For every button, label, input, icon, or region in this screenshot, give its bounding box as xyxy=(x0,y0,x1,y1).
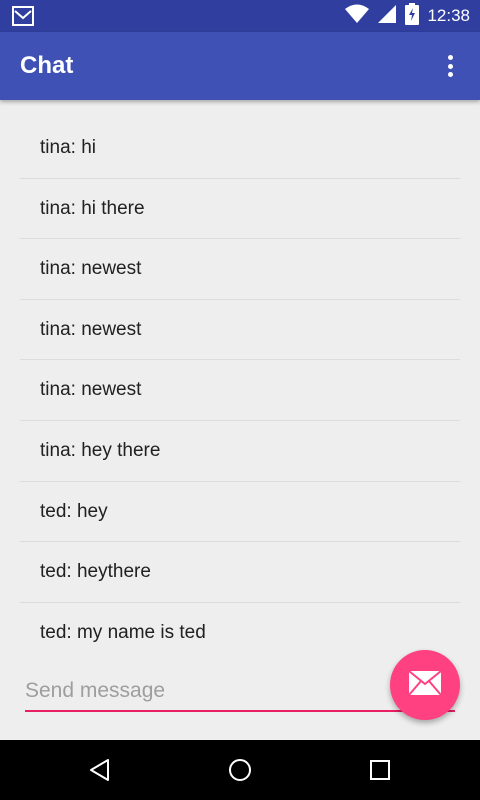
status-bar: 12:38 xyxy=(0,0,480,32)
app-bar: Chat xyxy=(0,32,480,100)
recents-icon[interactable] xyxy=(364,754,396,786)
message-list: tina: hi tina: hi there tina: newest tin… xyxy=(20,118,460,663)
page-title: Chat xyxy=(20,52,74,79)
list-item[interactable]: tina: hi xyxy=(20,118,460,179)
navigation-bar xyxy=(0,740,480,800)
back-icon[interactable] xyxy=(84,754,116,786)
list-item[interactable]: tina: newest xyxy=(20,300,460,361)
list-item[interactable]: tina: newest xyxy=(20,239,460,300)
more-vert-icon[interactable] xyxy=(438,54,462,78)
status-time: 12:38 xyxy=(427,6,470,25)
list-item[interactable]: ted: my name is ted xyxy=(20,603,460,664)
mail-icon xyxy=(12,6,34,30)
signal-icon xyxy=(377,4,397,28)
list-item[interactable]: ted: heythere xyxy=(20,542,460,603)
list-item[interactable]: tina: hi there xyxy=(20,179,460,240)
send-button[interactable] xyxy=(390,650,460,720)
battery-charging-icon xyxy=(405,3,420,29)
list-item[interactable]: ted: hey xyxy=(20,482,460,543)
wifi-icon xyxy=(345,4,370,28)
home-icon[interactable] xyxy=(224,754,256,786)
list-item[interactable]: tina: hey there xyxy=(20,421,460,482)
list-item[interactable]: tina: newest xyxy=(20,360,460,421)
envelope-icon xyxy=(408,670,442,700)
